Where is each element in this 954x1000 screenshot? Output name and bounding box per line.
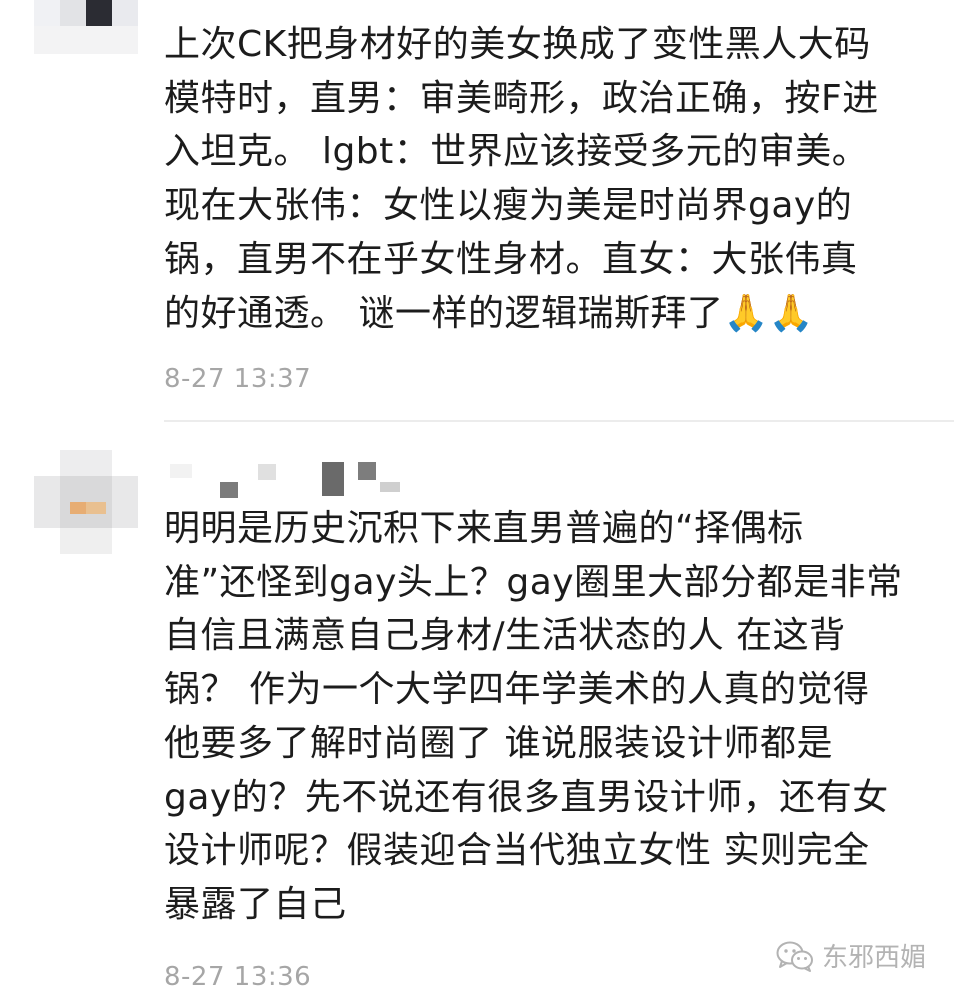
comment-text: 明明是历史沉积下来直男普遍的“择偶标 准”还怪到gay头上？gay圈里大部分都是… — [164, 508, 903, 925]
comment-timestamp: 8-27 13:37 — [164, 364, 312, 394]
comment-divider — [164, 420, 954, 422]
username-blurred[interactable] — [170, 460, 410, 500]
watermark: 东邪西媚 — [776, 937, 926, 974]
comment-item-2: 明明是历史沉积下来直男普遍的“择偶标 准”还怪到gay头上？gay圈里大部分都是… — [0, 430, 954, 1000]
wechat-icon — [776, 940, 814, 972]
avatar[interactable] — [34, 0, 138, 54]
comment-text: 上次CK把身材好的美女换成了变性黑人大码 模特时，直男：审美畸形，政治正确，按F… — [164, 24, 879, 334]
comment-item-1: 上次CK把身材好的美女换成了变性黑人大码 模特时，直男：审美畸形，政治正确，按F… — [0, 0, 954, 430]
watermark-label: 东邪西媚 — [821, 943, 926, 973]
comment-timestamp: 8-27 13:36 — [164, 962, 312, 992]
avatar[interactable] — [34, 450, 138, 554]
